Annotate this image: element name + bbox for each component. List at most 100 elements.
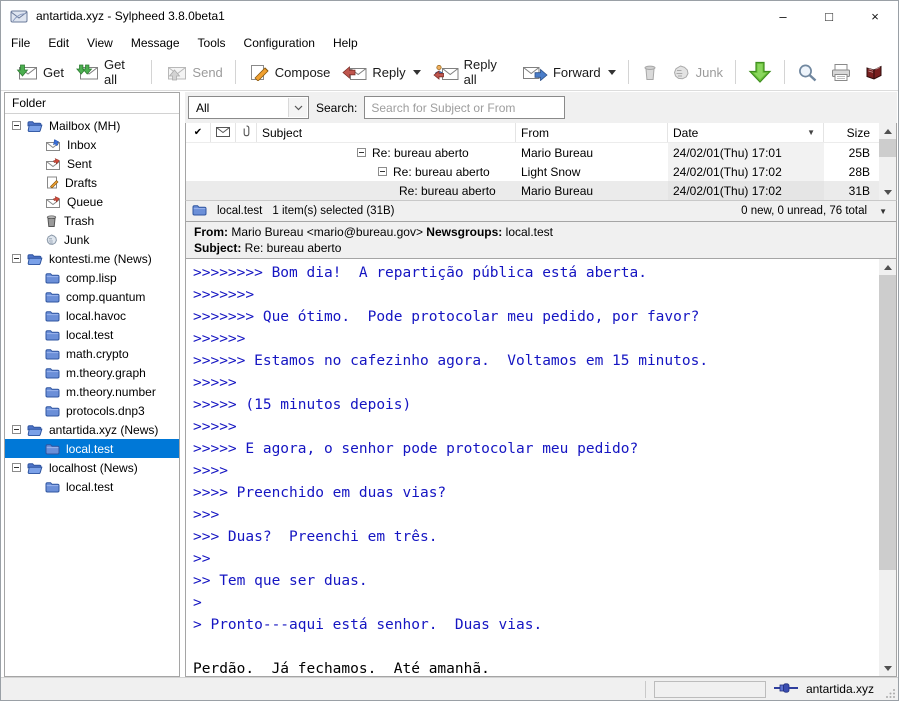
folder-item-local-havoc[interactable]: local.havoc (5, 306, 179, 325)
close-button[interactable]: × (852, 1, 898, 31)
maximize-button[interactable]: □ (806, 1, 852, 31)
folder-item-queue[interactable]: Queue (5, 192, 179, 211)
collapse-icon[interactable] (12, 425, 21, 434)
folder-item-m-theory-number[interactable]: m.theory.number (5, 382, 179, 401)
print-button[interactable] (824, 59, 858, 86)
forward-button[interactable]: Forward (517, 60, 622, 85)
scroll-up-icon[interactable] (879, 259, 896, 275)
folder-item-local-test[interactable]: local.test (5, 325, 179, 344)
folder-item-localhost-news[interactable]: localhost (News) (5, 458, 179, 477)
message-row[interactable]: Re: bureau abertoMario Bureau24/02/01(Th… (186, 143, 879, 162)
search-input[interactable] (364, 96, 565, 119)
folder-item-local-test[interactable]: local.test (5, 477, 179, 496)
folder-label: m.theory.number (66, 385, 156, 399)
collapse-thread-icon[interactable] (357, 148, 366, 157)
resize-grip[interactable] (884, 678, 898, 700)
collapse-icon[interactable] (12, 463, 21, 472)
menu-configuration[interactable]: Configuration (235, 33, 324, 53)
message-list-scrollbar[interactable] (879, 123, 896, 200)
message-body[interactable]: >>>>>>>> Bom dia! A repartição pública e… (186, 259, 879, 676)
sent-icon (45, 158, 61, 170)
body-line (193, 636, 879, 658)
column-header-mark[interactable]: ✔ (186, 123, 211, 142)
check-icon: ✔ (194, 127, 202, 138)
get-all-button[interactable]: Get all (70, 53, 145, 91)
send-button[interactable]: Send (158, 60, 228, 85)
delete-button[interactable] (635, 60, 665, 85)
toolbar-label: Send (192, 65, 222, 80)
message-row[interactable]: Re: bureau abertoMario Bureau24/02/01(Th… (186, 181, 879, 200)
message-row[interactable]: Re: bureau abertoLight Snow24/02/01(Thu)… (186, 162, 879, 181)
folder-item-math-crypto[interactable]: math.crypto (5, 344, 179, 363)
folder-item-junk[interactable]: Junk (5, 230, 179, 249)
search-button[interactable] (791, 59, 824, 86)
menu-view[interactable]: View (78, 33, 122, 53)
menu-edit[interactable]: Edit (39, 33, 78, 53)
menu-message[interactable]: Message (122, 33, 189, 53)
folder-item-comp-quantum[interactable]: comp.quantum (5, 287, 179, 306)
collapse-thread-icon[interactable] (378, 167, 387, 176)
column-header-unread[interactable] (211, 123, 236, 142)
menu-help[interactable]: Help (324, 33, 367, 53)
subject-cell: Re: bureau aberto (257, 143, 516, 162)
chevron-down-icon[interactable] (413, 70, 421, 75)
folder-item-drafts[interactable]: Drafts (5, 173, 179, 192)
folder-item-m-theory-graph[interactable]: m.theory.graph (5, 363, 179, 382)
statusbar-network: antartida.xyz (774, 682, 884, 696)
reply-button[interactable]: Reply (336, 60, 426, 85)
scrollbar-thumb[interactable] (879, 275, 896, 570)
statusbar: antartida.xyz (1, 677, 898, 700)
chevron-down-icon[interactable] (288, 98, 307, 117)
toolbar-label: Junk (696, 65, 723, 80)
chevron-down-icon[interactable] (608, 70, 616, 75)
message-size: 28B (824, 162, 879, 181)
folder-item-local-test[interactable]: local.test (5, 439, 179, 458)
column-header-size[interactable]: Size (824, 123, 879, 142)
column-header-date[interactable]: Date ▼ (668, 123, 824, 142)
column-header-from[interactable]: From (516, 123, 668, 142)
message-list-header: ✔ Subject From Date ▼ Size (186, 123, 879, 143)
minimize-button[interactable]: – (760, 1, 806, 31)
quoted-line: >>>>>>>> Bom dia! A repartição pública e… (193, 262, 879, 284)
get-all-icon (76, 64, 99, 81)
stop-button[interactable] (858, 59, 890, 85)
quoted-line: > (193, 592, 879, 614)
junk-button[interactable]: Junk (665, 60, 729, 84)
scroll-down-icon[interactable] (879, 184, 896, 200)
filter-scope-select[interactable]: All (188, 96, 309, 119)
folder-label: local.test (66, 480, 113, 494)
folder-item-trash[interactable]: Trash (5, 211, 179, 230)
folder-item-kontesti-me-news[interactable]: kontesti.me (News) (5, 249, 179, 268)
folder-item-comp-lisp[interactable]: comp.lisp (5, 268, 179, 287)
folder-item-inbox[interactable]: Inbox (5, 135, 179, 154)
reply-all-button[interactable]: Reply all (427, 53, 517, 91)
message-subject: Re: bureau aberto (372, 146, 469, 160)
get-button[interactable]: Get (9, 60, 70, 85)
folder-label: Sent (67, 157, 92, 171)
folder-item-antartida-xyz-news[interactable]: antartida.xyz (News) (5, 420, 179, 439)
forward-icon (523, 64, 548, 81)
compose-button[interactable]: Compose (242, 60, 337, 85)
sort-desc-icon: ▼ (807, 128, 815, 137)
column-header-attachment[interactable] (236, 123, 257, 142)
menu-file[interactable]: File (2, 33, 39, 53)
folder-item-mailbox-mh[interactable]: Mailbox (MH) (5, 116, 179, 135)
trash-icon (45, 214, 58, 227)
column-header-subject[interactable]: Subject (257, 123, 516, 142)
toolbar-separator (735, 60, 736, 84)
folder-pane-header[interactable]: Folder (5, 93, 179, 114)
message-body-scrollbar[interactable] (879, 259, 896, 676)
next-unread-button[interactable] (742, 57, 778, 87)
window-controls: – □ × (760, 1, 898, 31)
quoted-line: >> Tem que ser duas. (193, 570, 879, 592)
folder-item-protocols-dnp3[interactable]: protocols.dnp3 (5, 401, 179, 420)
folder-label: localhost (News) (49, 461, 138, 475)
collapse-icon[interactable] (12, 254, 21, 263)
scroll-down-icon[interactable] (879, 660, 896, 676)
totals-dropdown-icon[interactable]: ▼ (876, 207, 890, 216)
scrollbar-thumb[interactable] (879, 139, 896, 157)
menu-tools[interactable]: Tools (189, 33, 235, 53)
collapse-icon[interactable] (12, 121, 21, 130)
folder-item-sent[interactable]: Sent (5, 154, 179, 173)
scroll-up-icon[interactable] (879, 123, 896, 139)
